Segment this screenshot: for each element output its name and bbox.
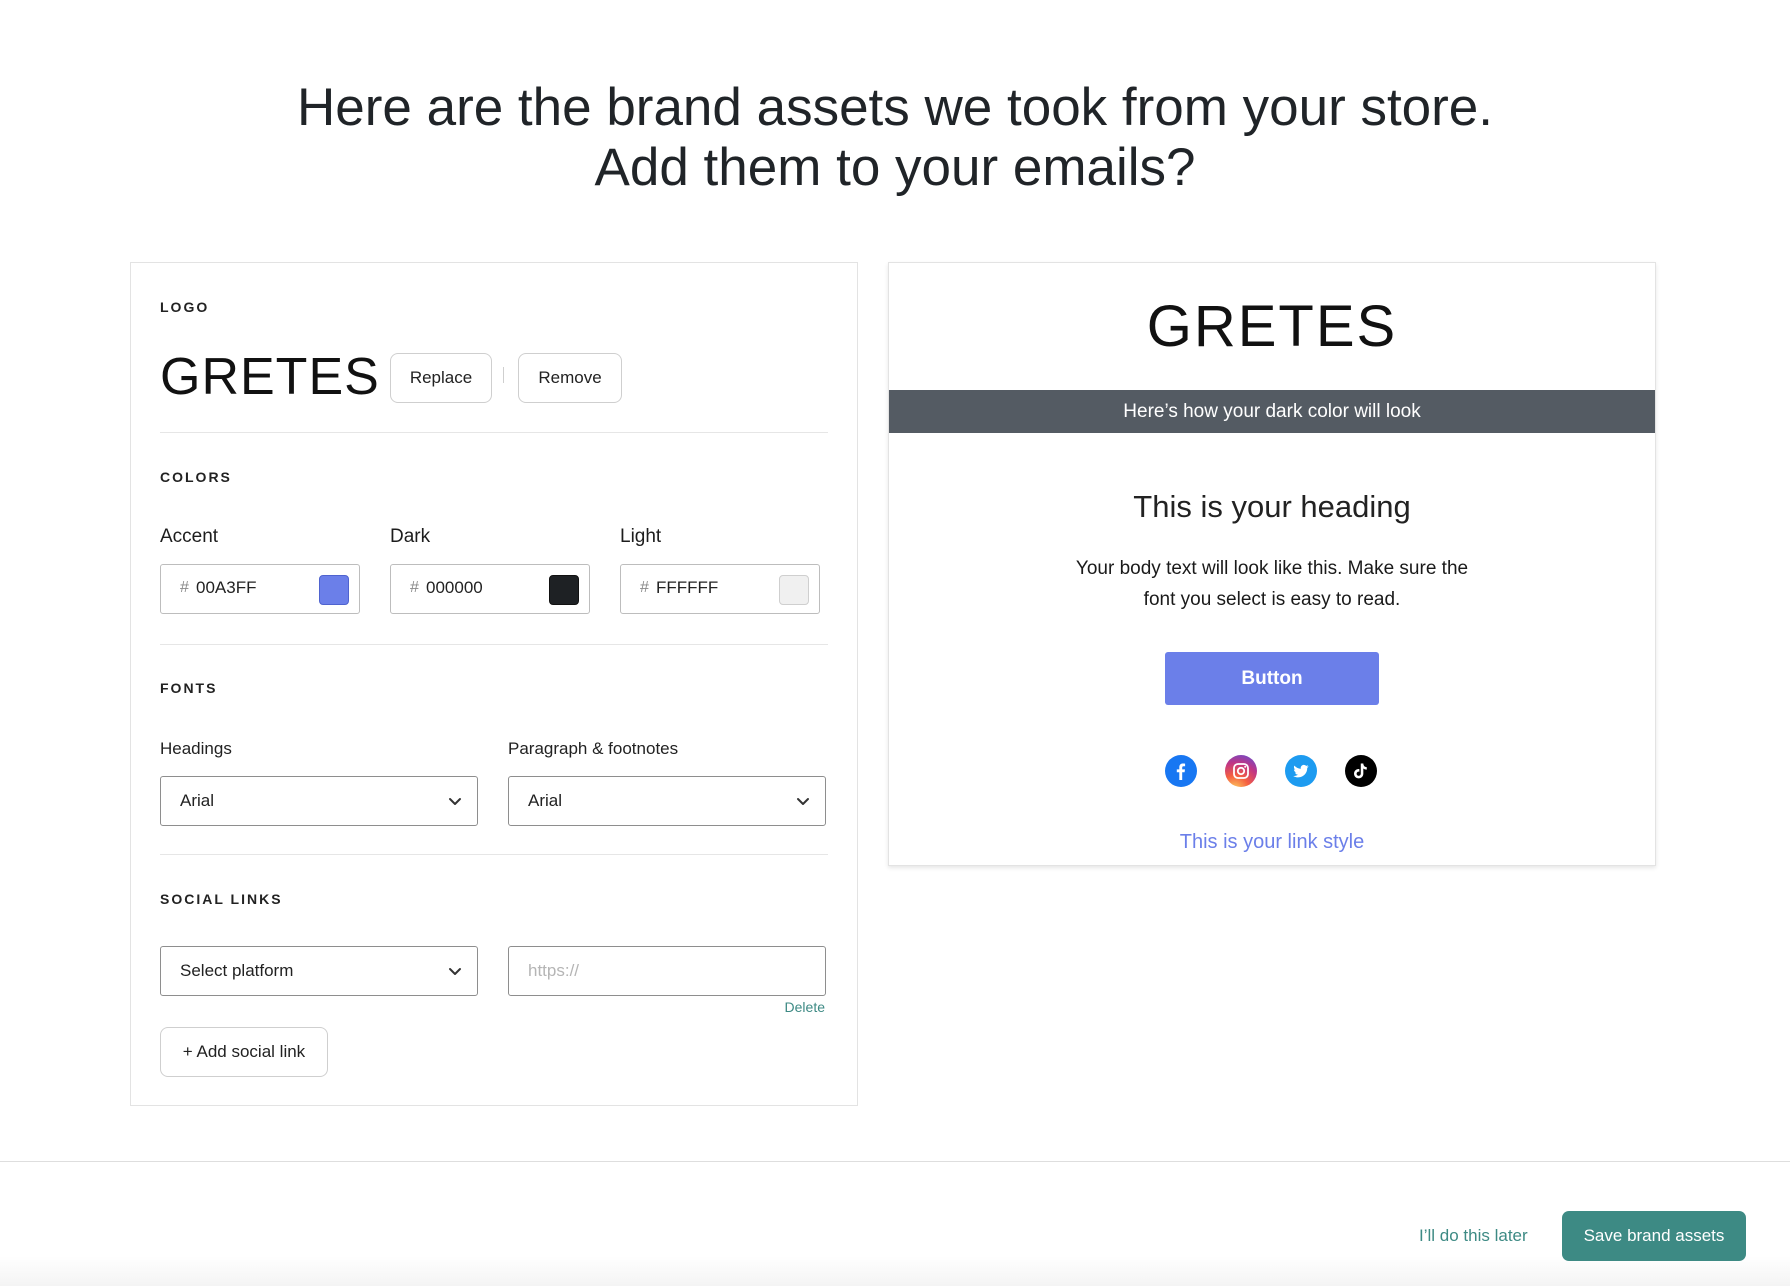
footer-shadow (0, 1256, 1790, 1286)
hash-symbol: # (640, 579, 649, 596)
hash-symbol: # (410, 579, 419, 596)
remove-logo-button[interactable]: Remove (518, 353, 622, 403)
headings-font-label: Headings (160, 739, 232, 758)
light-color-field[interactable]: # FFFFFF (620, 564, 820, 614)
divider (160, 432, 828, 433)
preview-body-text: Your body text will look like this. Make… (1075, 558, 1469, 610)
preview-button[interactable]: Button (1165, 652, 1379, 705)
accent-color-field[interactable]: # 00A3FF (160, 564, 360, 614)
dark-color-preview-bar: Here’s how your dark color will look (889, 390, 1655, 433)
dark-color-field[interactable]: # 000000 (390, 564, 590, 614)
facebook-icon[interactable] (1165, 755, 1197, 787)
paragraph-font-label: Paragraph & footnotes (508, 739, 679, 758)
headings-font-value: Arial (180, 791, 215, 810)
button-separator (503, 367, 504, 383)
page-title-line-1: Here are the brand assets we took from y… (297, 78, 1493, 137)
logo-image: GRETES (160, 348, 380, 406)
chevron-down-icon (449, 968, 461, 975)
page-title: Here are the brand assets we took from y… (0, 78, 1790, 198)
dark-color-label: Dark (390, 526, 431, 547)
social-platform-value: Select platform (180, 961, 294, 980)
footer-divider (0, 1161, 1790, 1162)
save-brand-assets-button[interactable]: Save brand assets (1562, 1211, 1746, 1261)
headings-font-select[interactable]: Arial (160, 776, 478, 826)
page-title-line-2: Add them to your emails? (594, 138, 1196, 197)
fonts-section-label: FONTS (160, 680, 218, 696)
colors-section-label: COLORS (160, 469, 232, 485)
email-preview-panel: GRETES Here’s how your dark color will l… (888, 262, 1656, 866)
do-this-later-link[interactable]: I’ll do this later (1419, 1226, 1528, 1246)
accent-color-label: Accent (160, 526, 219, 547)
twitter-icon[interactable] (1285, 755, 1317, 787)
accent-color-swatch[interactable] (319, 575, 349, 605)
social-url-input[interactable] (508, 946, 826, 996)
chevron-down-icon (449, 798, 461, 805)
tiktok-icon[interactable] (1345, 755, 1377, 787)
social-links-section-label: SOCIAL LINKS (160, 891, 283, 907)
brand-settings-panel: LOGO GRETES Replace Remove COLORS Accent… (130, 262, 858, 1106)
light-hex-value: FFFFFF (656, 578, 719, 597)
instagram-icon[interactable] (1225, 755, 1257, 787)
social-platform-select[interactable]: Select platform (160, 946, 478, 996)
paragraph-font-select[interactable]: Arial (508, 776, 826, 826)
divider (160, 854, 828, 855)
dark-hex-value: 000000 (426, 578, 483, 597)
replace-logo-button[interactable]: Replace (390, 353, 492, 403)
preview-logo: GRETES (1146, 294, 1398, 359)
paragraph-font-value: Arial (528, 791, 563, 810)
dark-color-swatch[interactable] (549, 575, 579, 605)
preview-link-style[interactable]: This is your link style (889, 831, 1655, 854)
add-social-link-button[interactable]: + Add social link (160, 1027, 328, 1077)
hash-symbol: # (180, 579, 189, 596)
divider (160, 644, 828, 645)
chevron-down-icon (797, 798, 809, 805)
delete-social-link[interactable]: Delete (785, 999, 825, 1015)
preview-heading: This is your heading (1133, 489, 1411, 524)
light-color-label: Light (620, 526, 662, 547)
logo-section-label: LOGO (160, 299, 210, 315)
accent-hex-value: 00A3FF (196, 578, 257, 597)
light-color-swatch[interactable] (779, 575, 809, 605)
